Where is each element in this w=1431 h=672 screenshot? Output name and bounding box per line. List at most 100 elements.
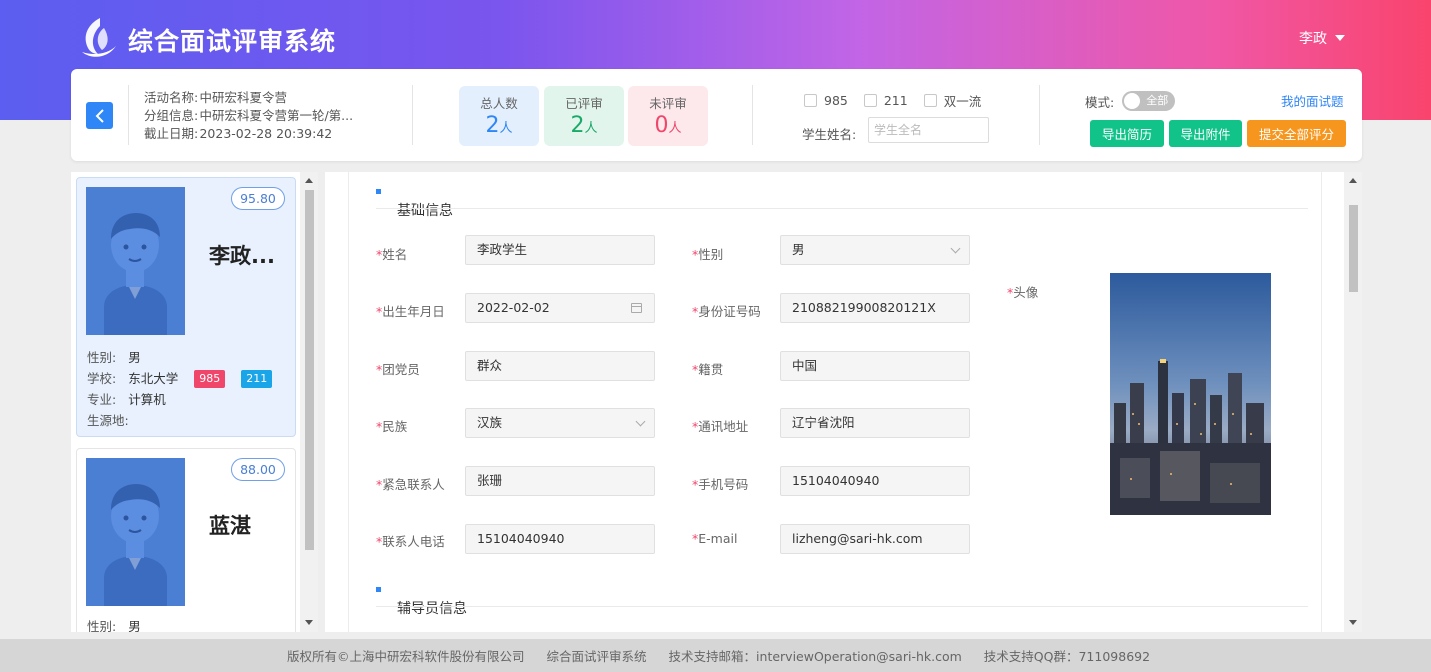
user-menu[interactable]: 李政 — [1299, 28, 1345, 48]
filter-211-checkbox[interactable]: 211 — [863, 91, 908, 110]
birth-date-value: 2022-02-02 — [477, 300, 550, 315]
mode-switch-group: 模式: 全部 — [1085, 91, 1176, 111]
filter-double-first-class-checkbox[interactable]: 双一流 — [923, 91, 982, 110]
filter-double-first-class-label: 双一流 — [943, 94, 982, 109]
export-resume-button[interactable]: 导出简历 — [1090, 120, 1164, 147]
submit-all-scores-button[interactable]: 提交全部评分 — [1247, 120, 1346, 147]
user-name: 李政 — [1299, 31, 1327, 47]
student-avatar — [86, 458, 185, 606]
calendar-icon — [631, 303, 642, 313]
name-label: *姓名 — [376, 247, 408, 262]
student-origin-row: 生源地: — [87, 410, 272, 431]
birth-date-label: *出生年月日 — [376, 304, 445, 319]
export-attachment-button[interactable]: 导出附件 — [1169, 120, 1242, 147]
student-name-input[interactable] — [868, 117, 989, 143]
gender-value: 男 — [128, 350, 141, 365]
emergency-contact-field[interactable]: 张珊 — [465, 466, 655, 496]
stat-total-label: 总人数 — [480, 96, 518, 111]
student-name-label: 学生姓名: — [802, 127, 857, 142]
divider — [1039, 85, 1040, 145]
divider — [752, 85, 753, 145]
stat-reviewed-label: 已评审 — [565, 96, 603, 111]
major-label: 专业: — [87, 392, 117, 407]
checkbox-box[interactable] — [923, 94, 937, 107]
party-field[interactable]: 群众 — [465, 351, 655, 381]
chevron-down-icon — [950, 243, 961, 254]
student-score-badge: 88.00 — [231, 458, 285, 481]
student-list: 95.80 李政... 性别: 男 学校: 东北大学 985 211 专业: 计算机 生源… — [71, 172, 318, 632]
native-place-field[interactable]: 中国 — [780, 351, 970, 381]
name-field[interactable]: 李政学生 — [465, 235, 655, 265]
major-value: 计算机 — [128, 392, 166, 407]
school-value: 东北大学 — [128, 371, 179, 386]
mode-value: 全部 — [1146, 94, 1169, 107]
checkbox-box[interactable] — [863, 94, 877, 107]
school-label: 学校: — [87, 371, 117, 386]
gender-label: 性别: — [87, 619, 117, 632]
scrollbar-thumb[interactable] — [305, 190, 314, 550]
divider — [128, 85, 129, 145]
gender-select[interactable]: 男 — [780, 235, 970, 265]
emergency-contact-label: *紧急联系人 — [376, 477, 445, 492]
deadline-row: 截止日期: 2023-02-28 20:39:42 — [144, 125, 379, 143]
stat-total-value: 2人 — [459, 113, 539, 138]
student-avatar — [86, 187, 185, 335]
deadline-label: 截止日期: — [144, 126, 199, 141]
email-field[interactable]: lizheng@sari-hk.com — [780, 524, 970, 554]
form-right-border — [1321, 172, 1322, 632]
checkbox-box[interactable] — [804, 94, 817, 107]
photo-label: *头像 — [1007, 285, 1039, 300]
toggle-knob — [1124, 93, 1141, 109]
student-card[interactable]: 95.80 李政... 性别: 男 学校: 东北大学 985 211 专业: 计算机 生源… — [76, 177, 296, 437]
scroll-down-icon[interactable] — [1349, 620, 1357, 625]
app-title: 综合面试评审系统 — [128, 27, 337, 56]
address-field[interactable]: 辽宁省沈阳 — [780, 408, 970, 438]
scroll-up-icon[interactable] — [305, 178, 313, 183]
address-label: *通讯地址 — [692, 419, 749, 434]
form-scrollbar[interactable] — [1344, 172, 1362, 632]
footer-system-name: 综合面试评审系统 — [546, 649, 647, 664]
mobile-field[interactable]: 15104040940 — [780, 466, 970, 496]
gender-label: *性别 — [692, 247, 724, 262]
gender-select-value: 男 — [792, 242, 805, 257]
stat-reviewed-value: 2人 — [544, 113, 624, 138]
stat-unit: 人 — [668, 121, 682, 136]
stat-pending-number: 0 — [654, 113, 669, 138]
ethnic-select-value: 汉族 — [477, 415, 503, 430]
list-scrollbar[interactable] — [300, 172, 318, 632]
footer-support-qq: 技术支持QQ群：711098692 — [983, 649, 1151, 664]
section-title-basic-info: 基础信息 — [376, 189, 453, 220]
contact-phone-field[interactable]: 15104040940 — [465, 524, 655, 554]
chevron-down-icon — [635, 416, 646, 427]
mode-label: 模式: — [1085, 94, 1115, 110]
section-divider — [376, 606, 1308, 607]
gender-value: 男 — [128, 619, 141, 632]
activity-info-panel: 活动名称: 中研宏科夏令营 分组信息: 中研宏科夏令营第一轮/第... 截止日期… — [71, 69, 1362, 161]
my-interview-questions-link[interactable]: 我的面试题 — [1281, 91, 1344, 110]
filter-985-label: 985 — [824, 93, 848, 108]
footer-support-email: 技术支持邮箱：interviewOperation@sari-hk.com — [668, 649, 962, 664]
stat-reviewed: 已评审 2人 — [544, 86, 624, 146]
group-info-row: 分组信息: 中研宏科夏令营第一轮/第... — [144, 107, 379, 125]
tag-211-badge: 211 — [241, 369, 273, 388]
chevron-left-icon — [95, 108, 104, 123]
back-button[interactable] — [86, 102, 113, 129]
student-gender-row: 性别: 男 — [87, 616, 141, 632]
filter-985-checkbox[interactable]: 985 — [804, 91, 848, 110]
student-card[interactable]: 88.00 蓝湛 性别: 男 — [76, 448, 296, 632]
scrollbar-thumb[interactable] — [1349, 205, 1358, 292]
birth-date-picker[interactable]: 2022-02-02 — [465, 293, 655, 323]
ethnic-select[interactable]: 汉族 — [465, 408, 655, 438]
scroll-down-icon[interactable] — [305, 620, 313, 625]
stat-total-number: 2 — [485, 113, 500, 138]
scroll-up-icon[interactable] — [1349, 178, 1357, 183]
id-number-field[interactable]: 21088219900820121X — [780, 293, 970, 323]
page-footer: 版权所有©上海中研宏科软件股份有限公司 综合面试评审系统 技术支持邮箱：inte… — [0, 639, 1431, 672]
ethnic-label: *民族 — [376, 419, 408, 434]
student-detail-form: 基础信息 *姓名 李政学生 *性别 男 *出生年月日 2022-02-02 *身… — [325, 172, 1362, 632]
stat-unit: 人 — [499, 121, 513, 136]
email-label: *E-mail — [692, 531, 738, 546]
section-divider — [376, 208, 1308, 209]
activity-name-value: 中研宏科夏令营 — [199, 90, 287, 105]
mode-toggle[interactable]: 全部 — [1122, 91, 1176, 111]
